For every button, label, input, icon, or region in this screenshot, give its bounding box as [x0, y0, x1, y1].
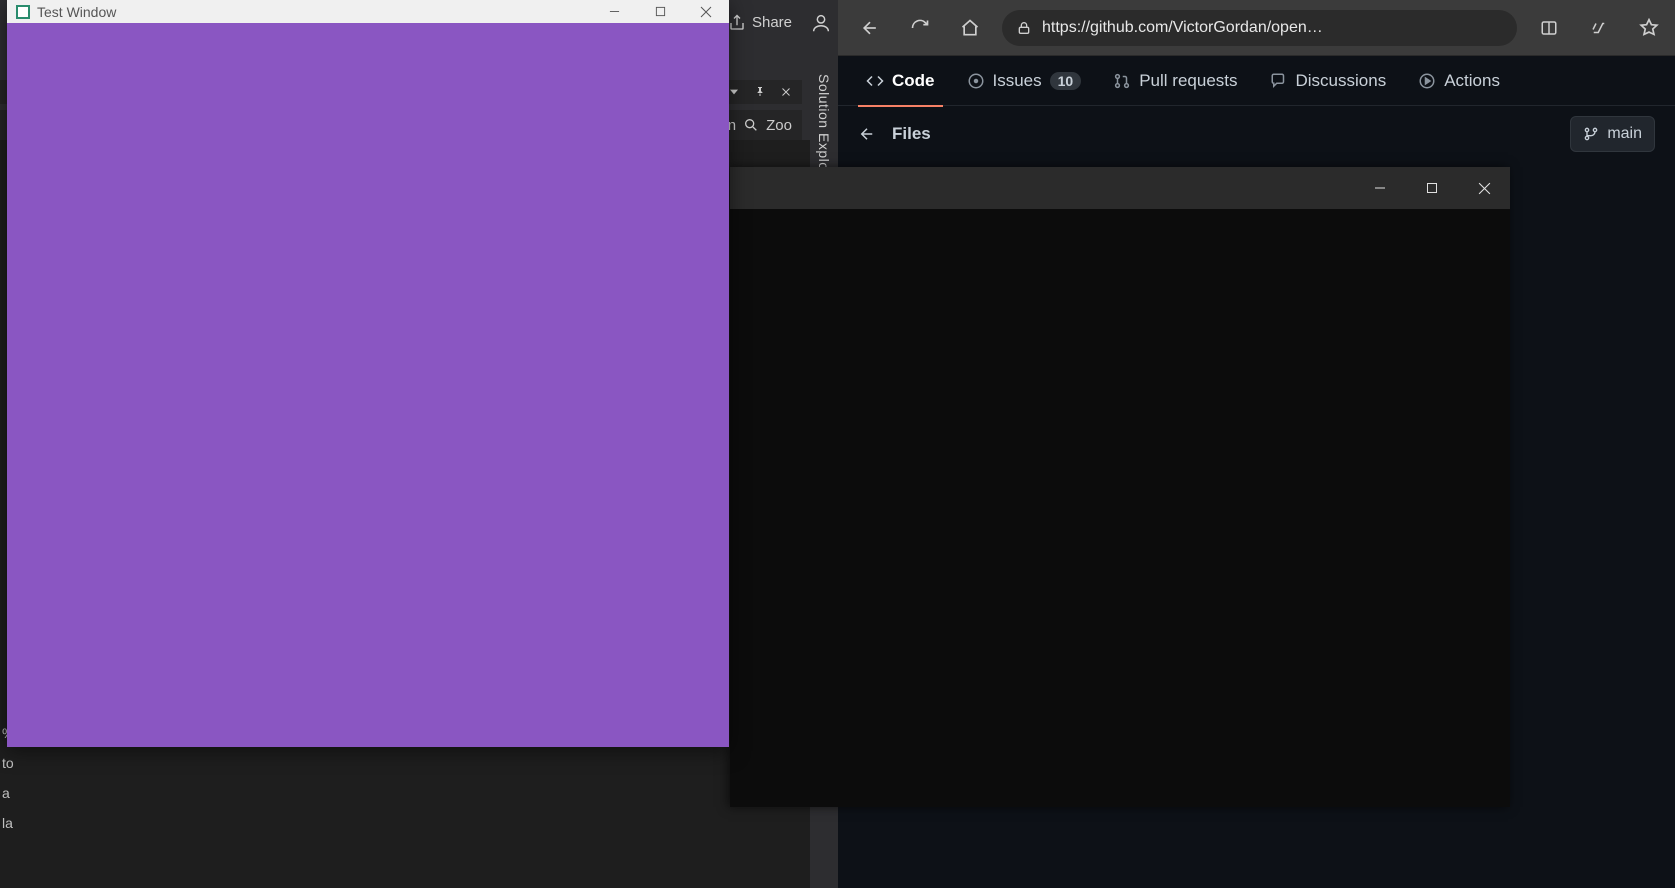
close-icon[interactable] — [778, 84, 794, 100]
branch-name: main — [1607, 125, 1642, 143]
file-tree-header: Files main — [838, 106, 1675, 162]
home-button[interactable] — [952, 10, 988, 46]
close-button[interactable] — [1458, 167, 1510, 209]
arrow-left-icon — [858, 125, 876, 143]
window-title: Test Window — [37, 4, 116, 20]
issue-icon — [967, 72, 985, 90]
tab-pulls-label: Pull requests — [1139, 71, 1237, 91]
share-icon — [728, 14, 746, 32]
console-body[interactable] — [730, 209, 1510, 807]
pin-icon[interactable] — [752, 84, 768, 100]
magnifier-icon[interactable] — [742, 116, 760, 134]
console-titlebar[interactable] — [730, 167, 1510, 209]
branch-selector[interactable]: main — [1570, 116, 1655, 152]
tab-code-label: Code — [892, 71, 935, 91]
glwin-titlebar[interactable]: Test Window — [7, 0, 729, 23]
play-circle-icon — [1418, 72, 1436, 90]
read-aloud-button[interactable] — [1581, 10, 1617, 46]
back-button[interactable] — [852, 10, 888, 46]
pull-request-icon — [1113, 72, 1131, 90]
maximize-button[interactable] — [1406, 167, 1458, 209]
tab-actions[interactable]: Actions — [1402, 56, 1516, 106]
refresh-button[interactable] — [902, 10, 938, 46]
issues-count-badge: 10 — [1050, 72, 1082, 90]
split-screen-button[interactable] — [1531, 10, 1567, 46]
close-button[interactable] — [683, 0, 729, 23]
favorite-button[interactable] — [1631, 10, 1667, 46]
url-text: https://github.com/VictorGordan/open… — [1042, 19, 1323, 37]
minimize-button[interactable] — [591, 0, 637, 23]
zoom-label: Zoo — [766, 117, 792, 134]
tab-discussions-label: Discussions — [1296, 71, 1387, 91]
repo-nav: Code Issues 10 Pull requests Discussions… — [838, 56, 1675, 106]
live-share-button[interactable]: Share — [728, 14, 792, 32]
app-icon — [16, 5, 30, 19]
console-window — [730, 167, 1510, 807]
solution-explorer-label: Solution Explo — [816, 74, 832, 171]
tab-pull-requests[interactable]: Pull requests — [1097, 56, 1253, 106]
opengl-test-window: Test Window — [7, 0, 729, 747]
tab-issues-label: Issues — [993, 71, 1042, 91]
discussion-icon — [1270, 72, 1288, 90]
share-label: Share — [752, 14, 792, 31]
browser-toolbar: https://github.com/VictorGordan/open… — [838, 0, 1675, 56]
files-back-button[interactable]: Files — [858, 124, 931, 144]
tab-discussions[interactable]: Discussions — [1254, 56, 1403, 106]
opengl-viewport[interactable] — [7, 23, 729, 747]
tab-issues[interactable]: Issues 10 — [951, 56, 1098, 106]
account-avatar[interactable] — [810, 12, 832, 34]
tab-actions-label: Actions — [1444, 71, 1500, 91]
git-branch-icon — [1583, 126, 1599, 142]
files-label: Files — [892, 124, 931, 144]
maximize-button[interactable] — [637, 0, 683, 23]
lock-icon — [1016, 20, 1032, 36]
code-icon — [866, 72, 884, 90]
tab-code[interactable]: Code — [850, 56, 951, 106]
minimize-button[interactable] — [1354, 167, 1406, 209]
address-bar[interactable]: https://github.com/VictorGordan/open… — [1002, 10, 1517, 46]
